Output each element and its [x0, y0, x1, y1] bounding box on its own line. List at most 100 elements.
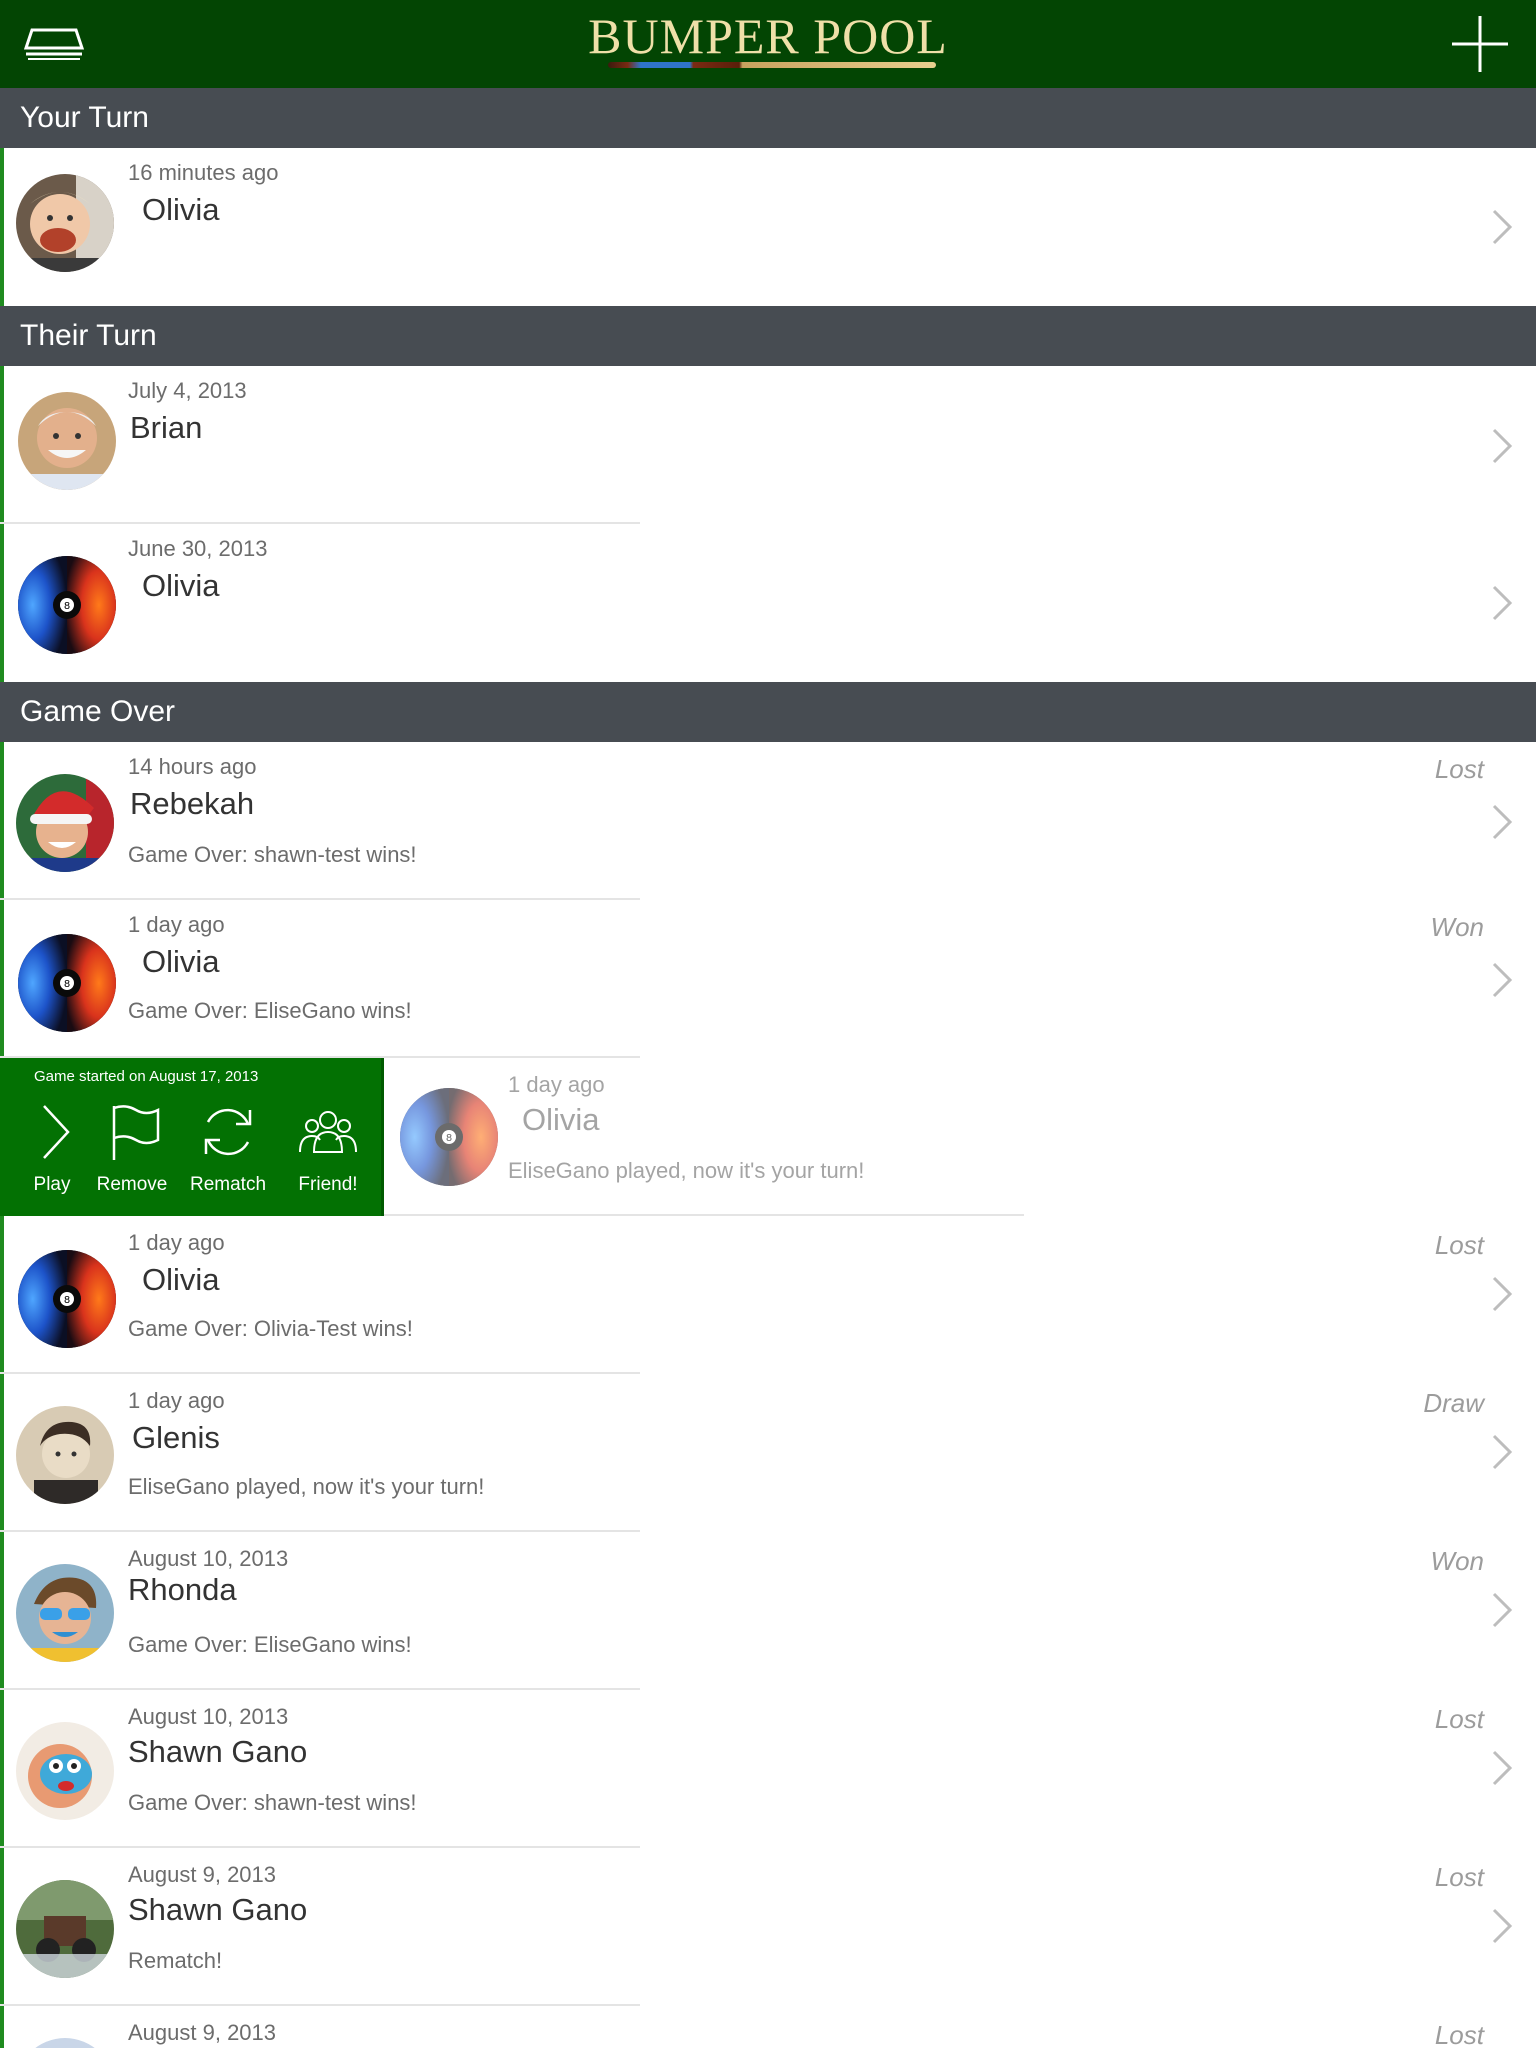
game-status: Rematch! [128, 1948, 223, 1973]
rematch-button[interactable]: Rematch [180, 1102, 276, 1210]
game-time: July 4, 2013 [128, 378, 247, 403]
eight-ball-icon: 8 [400, 1088, 498, 1186]
friend-button[interactable]: Friend! [280, 1102, 376, 1210]
avatar [16, 1722, 114, 1820]
row-accent [0, 1374, 4, 1532]
avatar [16, 1880, 114, 1978]
game-row[interactable]: August 10, 2013 Shawn Gano Game Over: sh… [0, 1690, 1536, 1848]
game-result: Lost [1434, 1862, 1484, 1892]
game-time: August 9, 2013 [128, 2020, 277, 2045]
game-result: Lost [1434, 1230, 1484, 1260]
game-time: 1 day ago [128, 912, 225, 937]
row-accent [0, 366, 4, 524]
player-name: Olivia [142, 568, 220, 603]
game-status: EliseGano played, now it's your turn! [508, 1158, 865, 1183]
player-name: Glenis [132, 1420, 220, 1455]
section-header-your-turn: Your Turn [0, 88, 1536, 148]
chevron-right-icon [1492, 962, 1513, 998]
svg-text:8: 8 [446, 1133, 452, 1144]
avatar [16, 174, 114, 272]
app-title: BUMPER POOL [588, 8, 948, 64]
svg-text:8: 8 [64, 979, 70, 990]
game-time: June 30, 2013 [128, 536, 268, 561]
game-result: Lost [1434, 754, 1484, 784]
remove-label: Remove [96, 1174, 168, 1195]
player-name: Olivia [142, 944, 220, 979]
game-row[interactable]: 8 June 30, 2013 Olivia [0, 524, 1536, 682]
game-result: Draw [1423, 1388, 1484, 1418]
row-accent [0, 2006, 4, 2048]
game-status: EliseGano played, now it's your turn! [128, 1474, 485, 1499]
game-row[interactable]: 1 day ago Glenis EliseGano played, now i… [0, 1374, 1536, 1532]
player-name: Olivia [142, 192, 220, 227]
row-accent [0, 742, 4, 900]
row-accent [0, 524, 4, 682]
remove-button[interactable]: Remove [84, 1102, 180, 1210]
avatar [16, 774, 114, 872]
chevron-right-icon [1492, 1276, 1513, 1312]
chevron-right-icon [1492, 209, 1513, 245]
row-accent [0, 1216, 4, 1374]
game-status: Game Over: shawn-test wins! [128, 842, 417, 867]
game-time: 1 day ago [128, 1230, 225, 1255]
chevron-right-icon [1492, 1434, 1513, 1470]
plus-icon[interactable] [1452, 16, 1508, 72]
game-status: Game Over: shawn-test wins! [128, 1790, 417, 1815]
friends-icon [299, 1111, 357, 1153]
game-row-swiped[interactable]: Game started on August 17, 2013 Play Rem… [0, 1058, 1536, 1216]
player-name: Brian [130, 410, 203, 445]
row-accent [0, 1690, 4, 1848]
chevron-right-icon [1492, 1750, 1513, 1786]
section-header-their-turn: Their Turn [0, 306, 1536, 366]
game-row[interactable]: 8 1 day ago Olivia Game Over: Olivia-Tes… [0, 1216, 1536, 1374]
row-accent [0, 1848, 4, 2006]
game-row[interactable]: July 4, 2013 Brian [0, 366, 1536, 524]
game-time: 16 minutes ago [128, 160, 279, 185]
row-action-panel: Game started on August 17, 2013 Play Rem… [0, 1058, 384, 1216]
pool-cue-decoration [608, 62, 936, 68]
game-status: Game Over: EliseGano wins! [128, 1632, 412, 1657]
avatar [16, 2038, 114, 2048]
game-time: 1 day ago [508, 1072, 605, 1097]
game-time: 1 day ago [128, 1388, 225, 1413]
player-name: Rhonda [128, 1572, 237, 1607]
game-row[interactable]: 14 hours ago Rebekah Game Over: shawn-te… [0, 742, 1536, 900]
eight-ball-icon: 8 [18, 934, 116, 1032]
rematch-label: Rematch [189, 1174, 267, 1195]
player-name: Rebekah [130, 786, 255, 821]
game-start-caption: Game started on August 17, 2013 [34, 1068, 259, 1085]
swiped-row-content[interactable]: 8 1 day ago Olivia EliseGano played, now… [384, 1058, 1024, 1216]
game-result: Lost [1434, 2020, 1484, 2048]
game-row[interactable]: August 9, 2013 Lost [0, 2006, 1536, 2048]
chevron-right-icon [1492, 804, 1513, 840]
chevron-right-icon [1492, 585, 1513, 621]
player-name: Olivia [522, 1102, 600, 1137]
player-name: Shawn Gano [128, 1734, 308, 1769]
play-icon [43, 1105, 70, 1159]
chevron-right-icon [1492, 1908, 1513, 1944]
player-name: Shawn Gano [128, 1892, 308, 1927]
game-status: Game Over: EliseGano wins! [128, 998, 412, 1023]
avatar [16, 1406, 114, 1504]
svg-text:8: 8 [64, 601, 70, 612]
section-header-game-over: Game Over [0, 682, 1536, 742]
row-accent [0, 900, 4, 1058]
svg-text:8: 8 [64, 1295, 70, 1306]
game-time: 14 hours ago [128, 754, 257, 779]
refresh-icon [204, 1108, 252, 1156]
row-accent [0, 148, 4, 306]
nav-bar: BUMPER POOL [0, 0, 1536, 88]
game-row[interactable]: 8 1 day ago Olivia Game Over: EliseGano … [0, 900, 1536, 1058]
friend-label: Friend! [298, 1174, 358, 1195]
avatar [16, 1564, 114, 1662]
game-status: Game Over: Olivia-Test wins! [128, 1316, 413, 1341]
chevron-right-icon [1492, 428, 1513, 464]
game-result: Won [1430, 1546, 1484, 1576]
eight-ball-icon: 8 [18, 1250, 116, 1348]
game-row[interactable]: August 9, 2013 Shawn Gano Rematch! Lost [0, 1848, 1536, 2006]
avatar [18, 392, 116, 490]
eight-ball-icon: 8 [18, 556, 116, 654]
game-time: August 10, 2013 [128, 1546, 289, 1571]
game-row[interactable]: 16 minutes ago Olivia [0, 148, 1536, 306]
game-row[interactable]: August 10, 2013 Rhonda Game Over: EliseG… [0, 1532, 1536, 1690]
